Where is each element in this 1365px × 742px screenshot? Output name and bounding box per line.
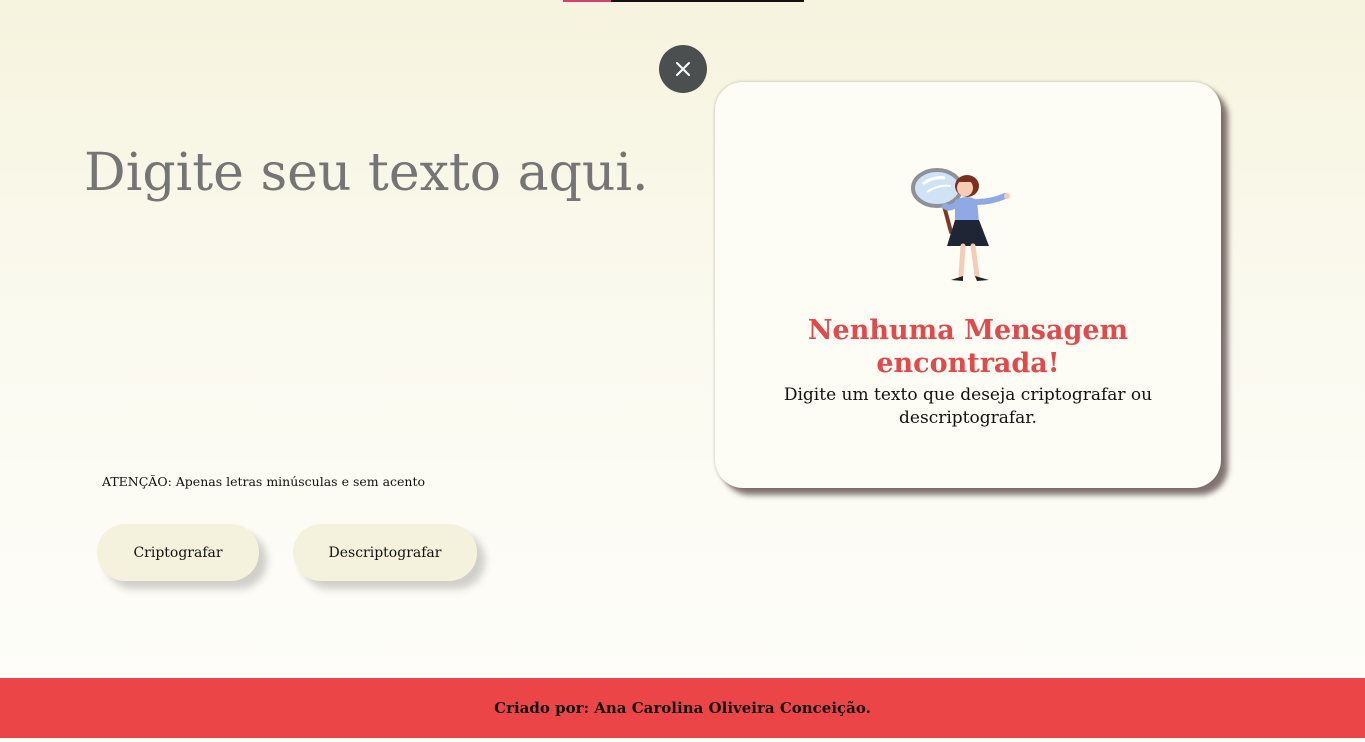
top-divider-accent bbox=[563, 0, 611, 2]
woman-with-magnifying-glass-icon bbox=[911, 168, 1010, 281]
footer-credit: Criado por: Ana Carolina Oliveira Concei… bbox=[494, 699, 871, 717]
warning-text: ATENÇÃO: Apenas letras minúsculas e sem … bbox=[102, 474, 426, 489]
output-message: Digite um texto que deseja criptografar … bbox=[783, 385, 1153, 428]
close-icon bbox=[676, 62, 690, 76]
output-card: Nenhuma Mensagem encontrada! Digite um t… bbox=[715, 82, 1221, 488]
encrypt-button[interactable]: Criptografar bbox=[97, 524, 259, 581]
decrypt-button[interactable]: Descriptografar bbox=[293, 524, 477, 581]
close-button[interactable] bbox=[659, 45, 707, 93]
output-title: Nenhuma Mensagem encontrada! bbox=[807, 315, 1129, 379]
top-divider bbox=[563, 0, 804, 2]
message-input[interactable] bbox=[84, 140, 684, 440]
footer: Criado por: Ana Carolina Oliveira Concei… bbox=[0, 678, 1365, 738]
